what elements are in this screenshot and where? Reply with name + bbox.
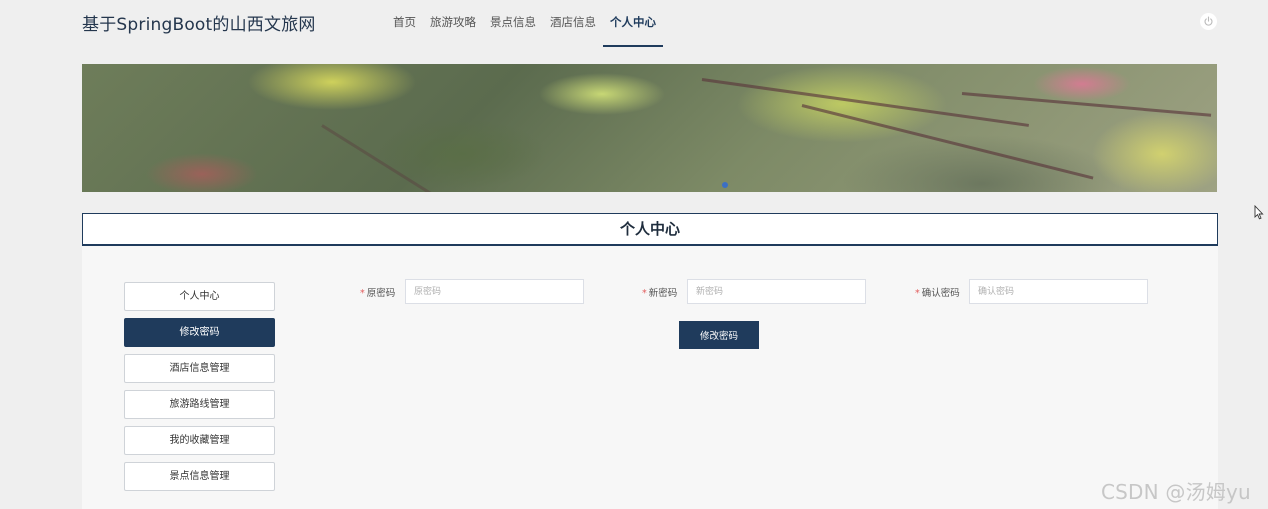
site-title: 基于SpringBoot的山西文旅网 (82, 15, 316, 35)
carousel-indicator[interactable] (722, 182, 728, 188)
new-password-form-item: * 新密码 (642, 279, 866, 304)
banner-image (82, 64, 1217, 192)
old-password-input[interactable] (405, 279, 584, 304)
confirm-password-input[interactable] (969, 279, 1148, 304)
new-password-input[interactable] (687, 279, 866, 304)
side-menu-change-password[interactable]: 修改密码 (124, 318, 275, 347)
nav-item-personal-center[interactable]: 个人中心 (603, 0, 663, 48)
watermark: CSDN @汤姆yu (1101, 480, 1251, 504)
confirm-password-label-text: 确认密码 (921, 287, 960, 299)
power-icon (1203, 12, 1214, 31)
nav-item-home[interactable]: 首页 (386, 0, 423, 48)
content-panel: 个人中心 修改密码 酒店信息管理 旅游路线管理 我的收藏管理 景点信息管理 * 原… (82, 246, 1218, 509)
old-password-form-item: * 原密码 (360, 279, 584, 304)
main-nav: 首页 旅游攻略 景点信息 酒店信息 个人中心 (386, 0, 663, 48)
new-password-label-text: 新密码 (648, 287, 678, 299)
required-mark: * (360, 287, 365, 299)
new-password-label: * 新密码 (642, 285, 677, 299)
change-password-button[interactable]: 修改密码 (679, 321, 759, 349)
old-password-label-text: 原密码 (366, 287, 396, 299)
nav-item-travel-guides[interactable]: 旅游攻略 (423, 0, 483, 48)
required-mark: * (642, 287, 647, 299)
nav-item-attractions[interactable]: 景点信息 (483, 0, 543, 48)
side-menu: 个人中心 修改密码 酒店信息管理 旅游路线管理 我的收藏管理 景点信息管理 (124, 282, 275, 498)
side-menu-personal-center[interactable]: 个人中心 (124, 282, 275, 311)
side-menu-hotel-management[interactable]: 酒店信息管理 (124, 354, 275, 383)
old-password-label: * 原密码 (360, 285, 395, 299)
nav-item-hotels[interactable]: 酒店信息 (543, 0, 603, 48)
mouse-cursor-icon (1254, 204, 1264, 224)
banner-branch (321, 124, 459, 192)
confirm-password-form-item: * 确认密码 (915, 279, 1148, 304)
side-menu-attraction-management[interactable]: 景点信息管理 (124, 462, 275, 491)
side-menu-favorites-management[interactable]: 我的收藏管理 (124, 426, 275, 455)
top-header: 基于SpringBoot的山西文旅网 首页 旅游攻略 景点信息 酒店信息 个人中… (0, 0, 1268, 48)
banner-branch (961, 92, 1212, 117)
confirm-password-label: * 确认密码 (915, 285, 960, 299)
logout-button[interactable] (1200, 13, 1217, 30)
section-title: 个人中心 (82, 213, 1218, 246)
side-menu-route-management[interactable]: 旅游路线管理 (124, 390, 275, 419)
required-mark: * (915, 287, 920, 299)
